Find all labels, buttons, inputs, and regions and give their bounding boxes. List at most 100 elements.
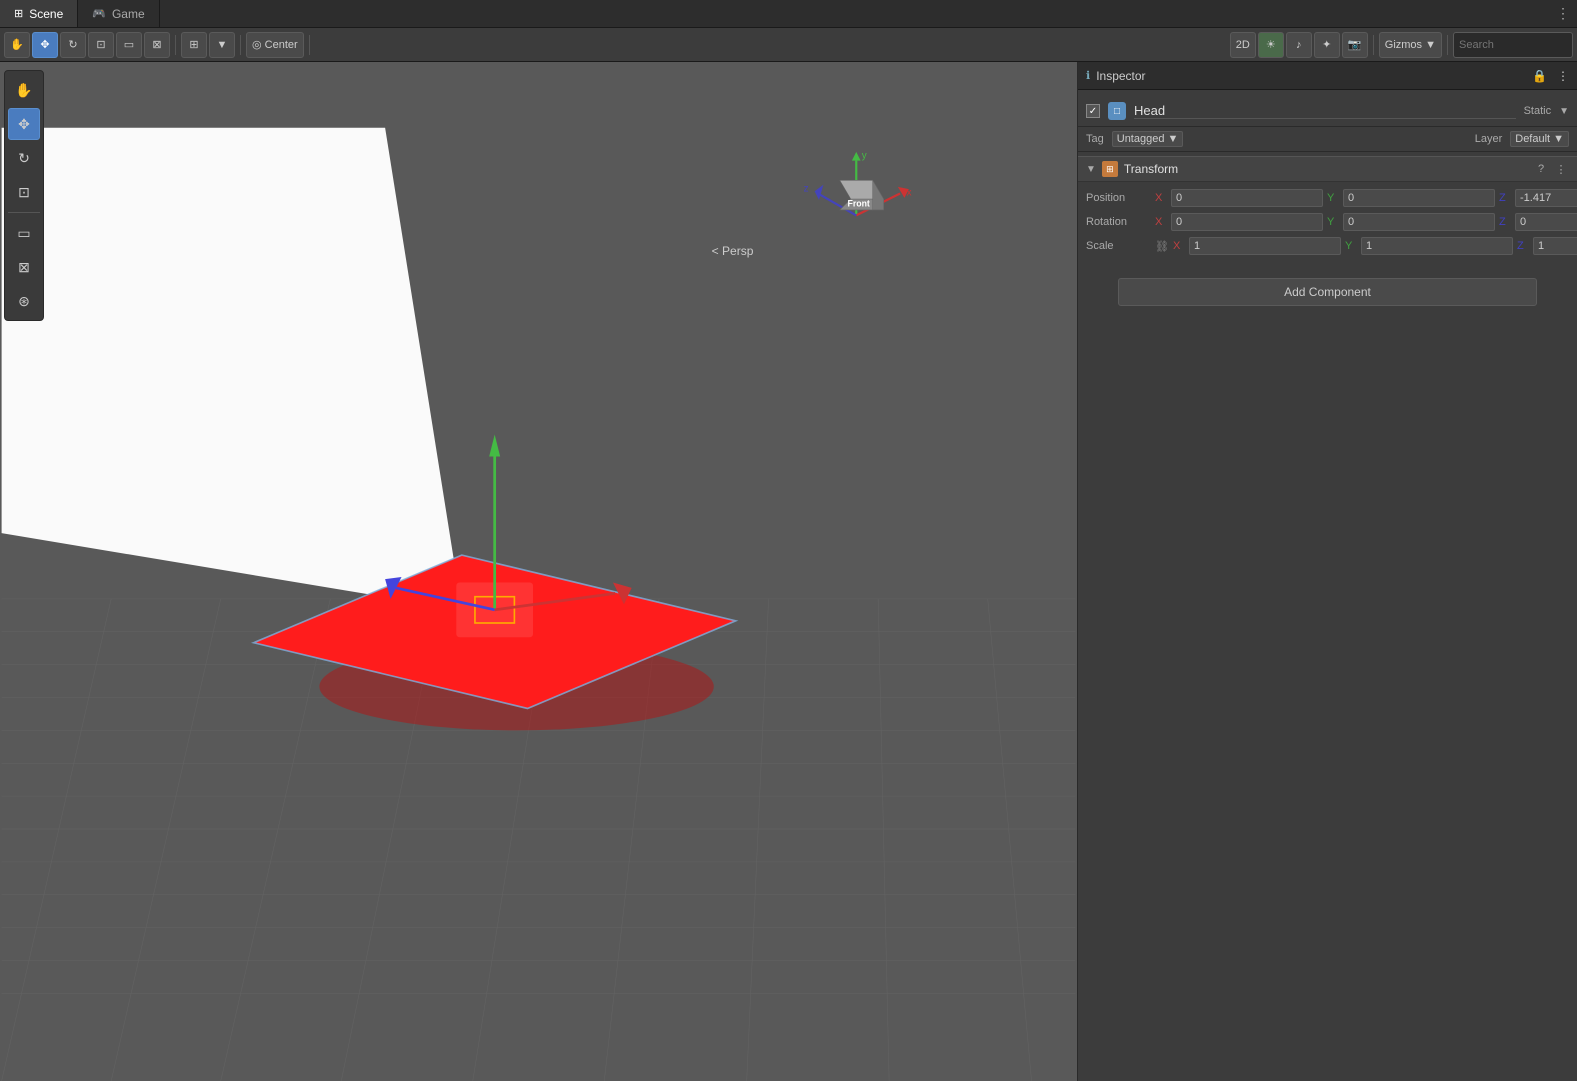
position-z-axis: Z <box>1499 192 1511 204</box>
toolbar-audio-btn[interactable]: ♪ <box>1286 32 1312 58</box>
game-tab-label: Game <box>112 7 145 21</box>
toolbar: ✋ ✥ ↻ ⊡ ▭ ⊠ ⊞ ▼ ◎ Center 2D ☀ ♪ ✦ 📷 Gizm… <box>0 28 1577 62</box>
transform-component-icon: ⊞ <box>1102 161 1118 177</box>
add-component-row: Add Component <box>1078 266 1577 318</box>
svg-text:Front: Front <box>847 199 869 209</box>
toolbox-scale-btn[interactable]: ⊡ <box>8 176 40 208</box>
gameobject-name-field[interactable] <box>1134 103 1516 119</box>
gameobject-active-checkbox[interactable]: ✓ <box>1086 104 1100 118</box>
position-label: Position <box>1086 192 1151 204</box>
toolbar-separator-5 <box>1447 35 1448 55</box>
scale-x-input[interactable] <box>1189 237 1341 255</box>
toolbar-move-btn[interactable]: ✥ <box>32 32 58 58</box>
main-area: ✋ ✥ ↻ ⊡ ▭ ⊠ ⊛ <box>0 62 1577 1081</box>
rotation-x-axis: X <box>1155 216 1167 228</box>
toolbar-separator-3 <box>309 35 310 55</box>
toolbar-pivot-btn[interactable]: ◎ Center <box>246 32 304 58</box>
rotation-y-input[interactable] <box>1343 213 1495 231</box>
toolbar-rect-btn[interactable]: ▭ <box>116 32 142 58</box>
toolbox-transform-btn[interactable]: ⊠ <box>8 251 40 283</box>
scene-view[interactable]: ✋ ✥ ↻ ⊡ ▭ ⊠ ⊛ <box>0 62 1077 1081</box>
inspector-title: Inspector <box>1096 69 1526 83</box>
rotation-x-input[interactable] <box>1171 213 1323 231</box>
toolbox-separator <box>8 212 40 213</box>
tag-arrow: ▼ <box>1167 133 1178 145</box>
inspector-header: ℹ Inspector 🔒 ⋮ <box>1078 62 1577 90</box>
position-x-input[interactable] <box>1171 189 1323 207</box>
transform-settings-btn[interactable]: ⋮ <box>1553 161 1569 177</box>
transform-component-name: Transform <box>1124 162 1527 176</box>
position-x-axis: X <box>1155 192 1167 204</box>
toolbox-move-btn[interactable]: ✥ <box>8 108 40 140</box>
transform-component-header[interactable]: ▼ ⊞ Transform ? ⋮ <box>1078 156 1577 182</box>
svg-text:x: x <box>907 188 912 199</box>
rotation-label: Rotation <box>1086 216 1151 228</box>
toolbar-separator-4 <box>1373 35 1374 55</box>
inspector-lock-icon[interactable]: 🔒 <box>1532 69 1547 83</box>
toolbar-separator-2 <box>240 35 241 55</box>
inspector-info-icon: ℹ <box>1086 69 1090 82</box>
scene-tab-icon: ⊞ <box>14 7 23 20</box>
toolbar-light-btn[interactable]: ☀ <box>1258 32 1284 58</box>
tab-bar: ⊞ Scene 🎮 Game ⋮ <box>0 0 1577 28</box>
layer-value: Default <box>1515 133 1550 145</box>
rotation-z-input[interactable] <box>1515 213 1577 231</box>
tab-menu-button[interactable]: ⋮ <box>1549 0 1577 28</box>
toolbar-fx-btn[interactable]: ✦ <box>1314 32 1340 58</box>
toolbar-camera-btn[interactable]: 📷 <box>1342 32 1368 58</box>
scale-row: Scale ⛓ X Y Z <box>1078 234 1577 258</box>
transform-collapse-arrow: ▼ <box>1086 164 1096 175</box>
position-y-input[interactable] <box>1343 189 1495 207</box>
tab-game[interactable]: 🎮 Game <box>78 0 159 27</box>
layer-label: Layer <box>1475 133 1503 145</box>
transform-fields: Position X Y Z Rotation X Y <box>1078 182 1577 262</box>
rotation-z-axis: Z <box>1499 216 1511 228</box>
tag-dropdown[interactable]: Untagged ▼ <box>1112 131 1184 147</box>
toolbox-rect-btn[interactable]: ▭ <box>8 217 40 249</box>
inspector-panel: ℹ Inspector 🔒 ⋮ ✓ □ Static ▼ Tag Untagge… <box>1077 62 1577 1081</box>
layer-dropdown[interactable]: Default ▼ <box>1510 131 1569 147</box>
rotation-y-axis: Y <box>1327 216 1339 228</box>
position-y-axis: Y <box>1327 192 1339 204</box>
toolbar-transform-btn[interactable]: ⊠ <box>144 32 170 58</box>
scale-link-icon[interactable]: ⛓ <box>1155 240 1169 253</box>
tab-scene[interactable]: ⊞ Scene <box>0 0 78 27</box>
toolbox: ✋ ✥ ↻ ⊡ ▭ ⊠ ⊛ <box>4 70 44 321</box>
gameobject-icon: □ <box>1108 102 1126 120</box>
toolbox-hand-btn[interactable]: ✋ <box>8 74 40 106</box>
toolbar-search-input[interactable] <box>1453 32 1573 58</box>
scale-y-input[interactable] <box>1361 237 1513 255</box>
position-row: Position X Y Z <box>1078 186 1577 210</box>
toolbar-snap-dropdown[interactable]: ▼ <box>209 32 235 58</box>
inspector-menu-icon[interactable]: ⋮ <box>1557 69 1569 83</box>
rotation-row: Rotation X Y Z <box>1078 210 1577 234</box>
transform-component-buttons: ? ⋮ <box>1533 161 1569 177</box>
scale-z-input[interactable] <box>1533 237 1577 255</box>
toolbox-rotate-btn[interactable]: ↻ <box>8 142 40 174</box>
transform-help-btn[interactable]: ? <box>1533 161 1549 177</box>
position-z-input[interactable] <box>1515 189 1577 207</box>
inspector-body: ✓ □ Static ▼ Tag Untagged ▼ Layer Defaul… <box>1078 90 1577 1081</box>
tag-label: Tag <box>1086 133 1104 145</box>
game-tab-icon: 🎮 <box>92 7 106 20</box>
scene-tab-label: Scene <box>29 7 63 21</box>
gameobject-static-dropdown[interactable]: ▼ <box>1559 106 1569 117</box>
add-component-button[interactable]: Add Component <box>1118 278 1537 306</box>
toolbox-custom-btn[interactable]: ⊛ <box>8 285 40 317</box>
toolbar-separator-1 <box>175 35 176 55</box>
scale-y-axis: Y <box>1345 240 1357 252</box>
gameobject-static-label: Static <box>1524 105 1552 117</box>
toolbar-2d-btn[interactable]: 2D <box>1230 32 1256 58</box>
gameobject-header: ✓ □ Static ▼ <box>1078 96 1577 127</box>
layer-arrow: ▼ <box>1553 133 1564 145</box>
scene-canvas: y x z Front < Persp <box>0 62 1077 1081</box>
toolbar-gizmos-btn[interactable]: Gizmos ▼ <box>1379 32 1442 58</box>
svg-text:z: z <box>804 183 809 194</box>
toolbar-rotate-btn[interactable]: ↻ <box>60 32 86 58</box>
svg-text:< Persp: < Persp <box>712 244 754 258</box>
toolbar-scale-btn[interactable]: ⊡ <box>88 32 114 58</box>
svg-text:y: y <box>862 150 867 161</box>
toolbar-hand-btn[interactable]: ✋ <box>4 32 30 58</box>
tag-layer-row: Tag Untagged ▼ Layer Default ▼ <box>1078 127 1577 152</box>
toolbar-snapping-btn[interactable]: ⊞ <box>181 32 207 58</box>
